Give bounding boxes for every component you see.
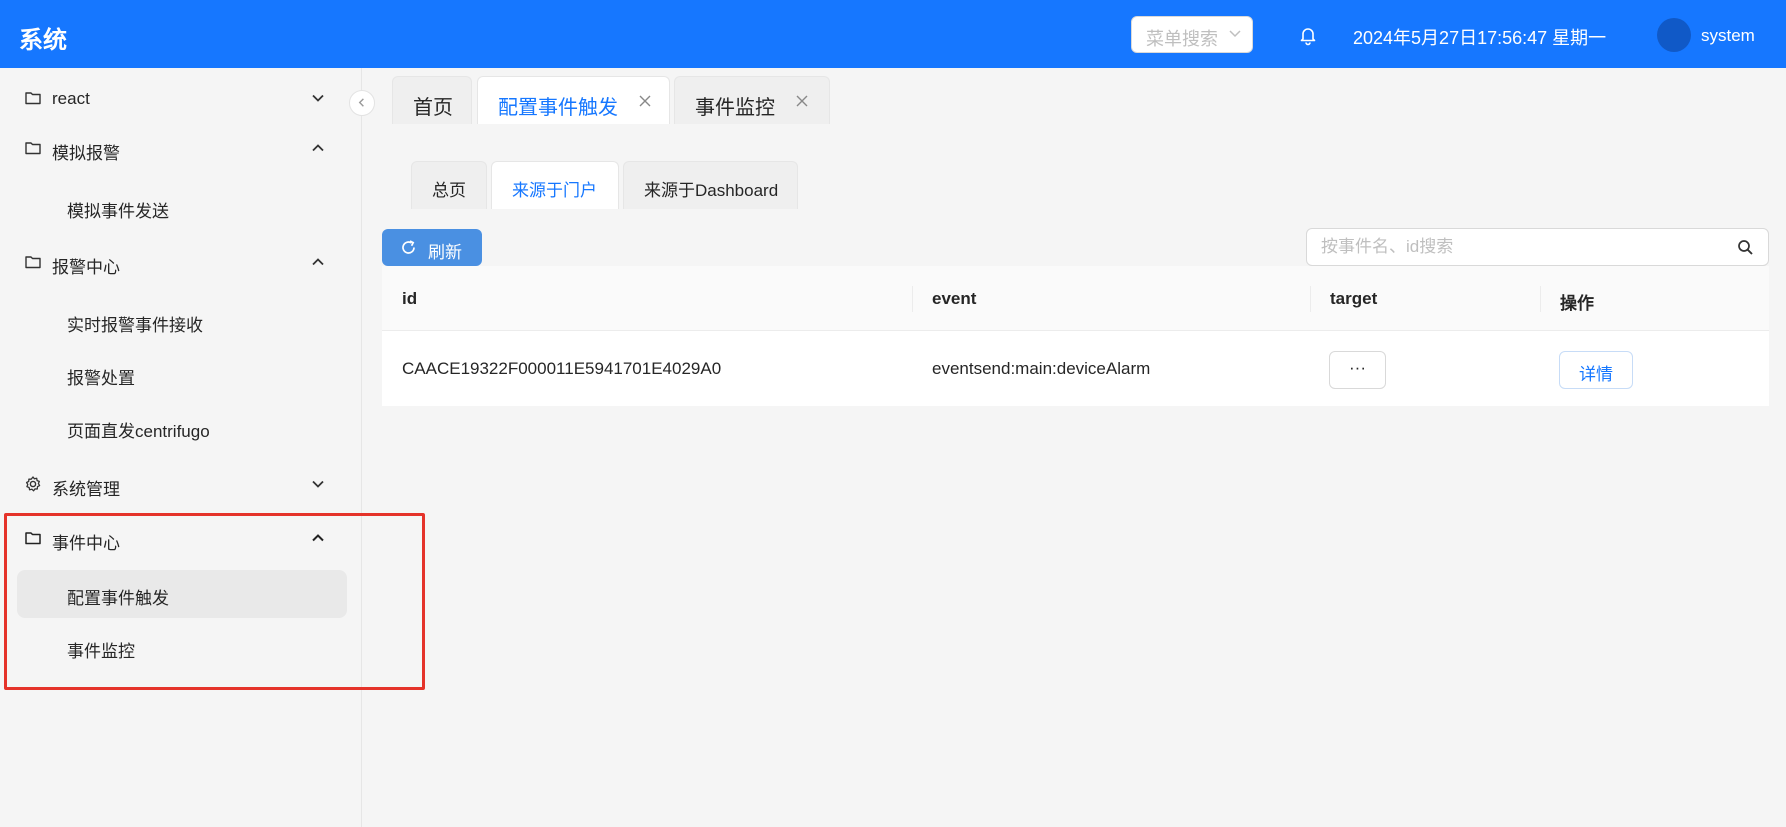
menu-search-placeholder: 菜单搜索 [1146,29,1218,49]
gear-icon [25,476,41,492]
tab-label: 首页 [413,97,453,119]
column-header-event: event [932,289,977,308]
search-icon[interactable] [1737,239,1754,256]
sidebar-item-alarm-handling[interactable]: 报警处置 [0,351,362,397]
refresh-button[interactable]: 刷新 [382,229,482,266]
tab-config-event-trigger[interactable]: 配置事件触发 [477,76,670,124]
folder-icon [25,256,41,269]
menu-search-select[interactable]: 菜单搜索 [1131,16,1253,53]
cell-event: eventsend:main:deviceAlarm [932,359,1151,378]
chevron-down-icon [312,94,324,102]
highlight-annotation-box [4,513,425,690]
target-more-button[interactable]: ··· [1329,351,1386,389]
sidebar-group-simulate-alarm[interactable]: 模拟报警 [0,126,362,172]
column-header-id: id [402,289,418,308]
table-header: id event target 操作 [382,266,1769,331]
event-search-box [1306,228,1769,266]
subtab-from-portal[interactable]: 来源于门户 [491,161,619,209]
event-search-input[interactable] [1321,237,1721,257]
page-tabs: 首页 配置事件触发 事件监控 [363,68,1786,124]
sidebar-group-system-management[interactable]: 系统管理 [0,462,362,508]
app-title: 系统 [19,27,67,54]
folder-icon [25,142,41,155]
tab-event-monitor[interactable]: 事件监控 [674,76,830,124]
column-header-target: target [1330,289,1378,308]
chevron-down-icon [1229,30,1241,38]
sidebar-group-react[interactable]: react [0,76,362,122]
subtab-label: 来源于Dashboard [644,181,779,200]
subtab-label: 总页 [432,181,466,200]
sidebar-item-label: 页面直发centrifugo [67,422,210,441]
subtab-overview[interactable]: 总页 [411,161,487,209]
sidebar-item-centrifugo[interactable]: 页面直发centrifugo [0,404,362,450]
sidebar-group-label: 报警中心 [52,258,120,277]
refresh-label: 刷新 [428,243,462,262]
folder-icon [25,92,41,105]
sidebar-item-simulate-event-send[interactable]: 模拟事件发送 [0,184,362,230]
cell-id: CAACE19322F000011E5941701E4029A0 [402,359,722,378]
subtab-from-dashboard[interactable]: 来源于Dashboard [623,161,798,209]
sidebar-group-label: react [52,89,90,108]
close-icon[interactable] [638,94,652,108]
column-divider [1540,286,1541,312]
datetime-display: 2024年5月27日17:56:47 星期一 [1353,28,1607,48]
sidebar-group-alarm-center[interactable]: 报警中心 [0,240,362,286]
sidebar-item-realtime-alarm[interactable]: 实时报警事件接收 [0,298,362,344]
sidebar-item-label: 模拟事件发送 [67,202,169,221]
detail-button[interactable]: 详情 [1559,351,1633,389]
tab-home[interactable]: 首页 [392,76,472,124]
close-icon[interactable] [795,94,809,108]
chevron-up-icon [312,144,324,152]
column-divider [912,286,913,312]
subtab-label: 来源于门户 [512,181,597,200]
avatar[interactable] [1657,18,1691,52]
ellipsis-icon: ··· [1349,358,1366,377]
refresh-icon [402,240,415,254]
top-header: 系统 菜单搜索 2024年5月27日17:56:47 星期一 system [0,0,1786,68]
sidebar-group-label: 系统管理 [52,480,120,499]
events-table: id event target 操作 CAACE19322F000011E594… [382,266,1769,406]
column-divider [1310,286,1311,312]
bell-icon[interactable] [1297,24,1319,46]
tab-label: 事件监控 [695,97,775,119]
sidebar: react 模拟报警 模拟事件发送 报警中心 实时报警事件接收 报警处置 页面直… [0,68,425,827]
sidebar-group-label: 模拟报警 [52,144,120,163]
sidebar-item-label: 报警处置 [67,369,135,388]
sidebar-item-label: 实时报警事件接收 [67,316,203,335]
column-header-actions: 操作 [1560,294,1594,313]
chevron-down-icon [312,480,324,488]
username[interactable]: system [1701,26,1755,46]
tab-label: 配置事件触发 [498,97,618,119]
chevron-up-icon [312,258,324,266]
detail-label: 详情 [1579,365,1613,384]
